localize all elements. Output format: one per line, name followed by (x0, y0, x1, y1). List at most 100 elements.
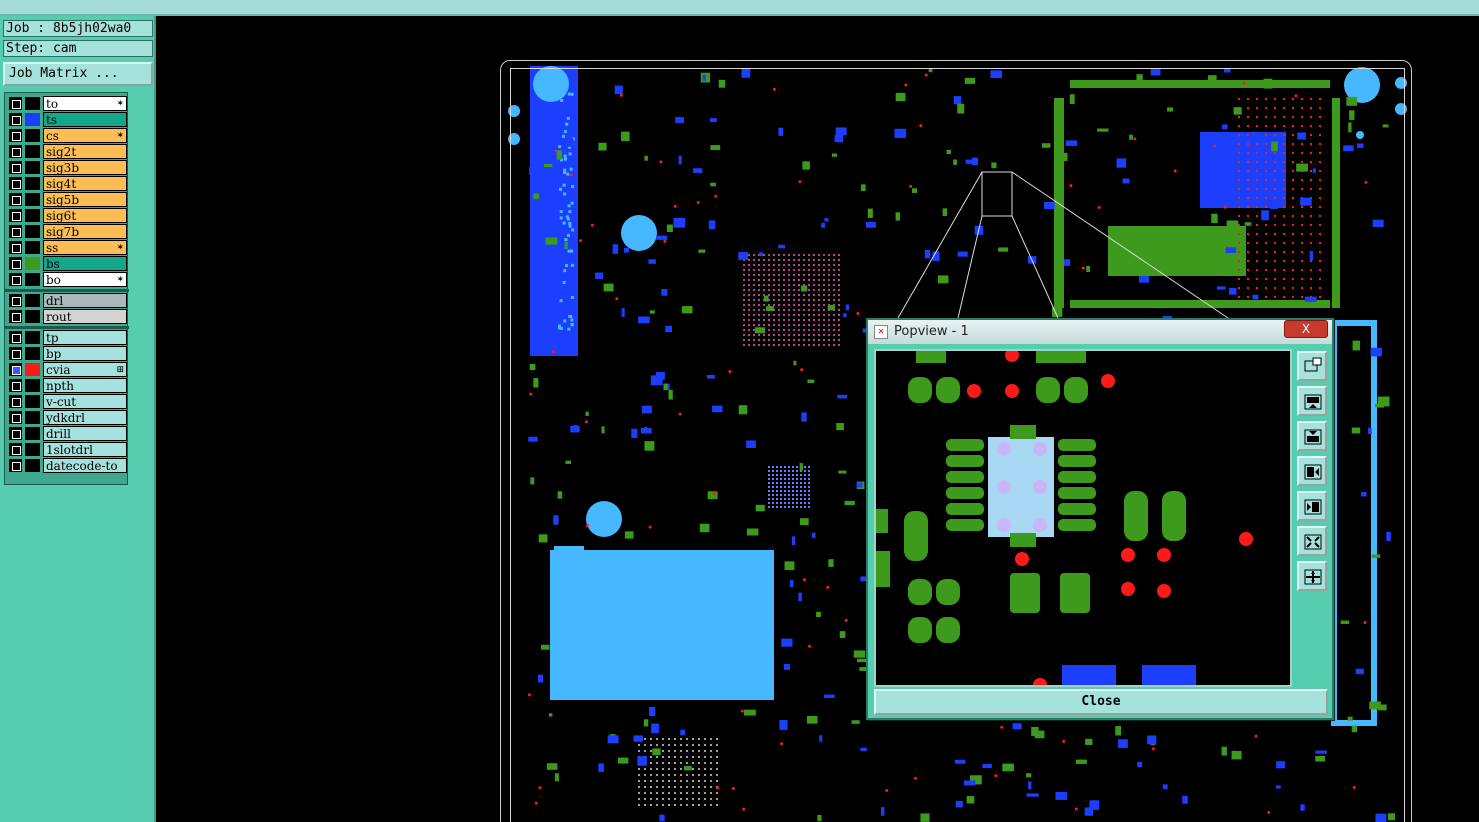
layer-name[interactable]: sig6t (43, 208, 127, 223)
popview-window: ✕ Popview - 1 X Close (866, 318, 1334, 720)
layer-checkbox[interactable] (9, 193, 22, 206)
pan-right-button[interactable] (1297, 491, 1327, 521)
layer-checkbox[interactable] (9, 395, 22, 408)
layer-checkbox[interactable] (9, 129, 22, 142)
layer-name[interactable]: drill (43, 426, 127, 441)
layer-name[interactable]: rout (43, 309, 127, 324)
layer-row-drill[interactable]: drill (7, 426, 127, 441)
layer-checkbox[interactable] (9, 273, 22, 286)
layer-name[interactable]: bs (43, 256, 127, 271)
layer-name-text: ydkdrl (46, 411, 85, 425)
layer-checkbox[interactable] (9, 459, 22, 472)
layer-name[interactable]: sig3b (43, 160, 127, 175)
layer-name[interactable]: cvia ⊞ (43, 362, 127, 377)
pan-down-button[interactable] (1297, 421, 1327, 451)
pan-up-button[interactable] (1297, 386, 1327, 416)
layer-checkbox[interactable] (9, 177, 22, 190)
layer-name[interactable]: sig4t (43, 176, 127, 191)
layer-name[interactable]: sig2t (43, 144, 127, 159)
layer-row-to[interactable]: to ✶ (7, 96, 127, 111)
layer-checkbox[interactable] (9, 209, 22, 222)
layer-name[interactable]: ts (43, 112, 127, 127)
layer-checkbox[interactable] (9, 427, 22, 440)
popview-app-icon: ✕ (874, 325, 888, 339)
layer-name-text: cs (46, 129, 59, 143)
close-button[interactable]: Close (874, 689, 1328, 715)
layer-name-text: cvia (46, 363, 71, 377)
layer-name[interactable]: sig5b (43, 192, 127, 207)
layer-color-swatch (25, 241, 40, 254)
layer-checkbox[interactable] (9, 145, 22, 158)
layer-row-sig6t[interactable]: sig6t (7, 208, 127, 223)
layer-name-text: datecode-to (46, 459, 118, 473)
layer-color-swatch (25, 363, 40, 376)
layer-name[interactable]: 1slotdrl (43, 442, 127, 457)
zoom-out-button[interactable] (1297, 561, 1327, 591)
layer-checkbox[interactable] (9, 347, 22, 360)
layer-checkbox[interactable] (9, 241, 22, 254)
layer-mark-icon: ⊞ (116, 365, 124, 375)
layer-name[interactable]: to ✶ (43, 96, 127, 111)
zoom-in-button[interactable] (1297, 526, 1327, 556)
layer-name-text: npth (46, 379, 74, 393)
layer-color-swatch (25, 411, 40, 424)
pan-down-icon (1304, 429, 1322, 445)
layer-name[interactable]: tp (43, 330, 127, 345)
layer-checkbox[interactable] (9, 443, 22, 456)
layer-name-text: drill (46, 427, 71, 441)
popview-close-x-button[interactable]: X (1284, 320, 1328, 338)
layer-name[interactable]: sig7b (43, 224, 127, 239)
layer-row-rout[interactable]: rout (7, 309, 127, 324)
layer-name[interactable]: drl (43, 293, 127, 308)
layer-name[interactable]: cs ✶ (43, 128, 127, 143)
popview-zoom-area[interactable] (874, 349, 1292, 687)
layer-row-sig4t[interactable]: sig4t (7, 176, 127, 191)
layer-checkbox[interactable] (9, 310, 22, 323)
layer-checkbox[interactable] (9, 294, 22, 307)
layer-row-npth[interactable]: npth (7, 378, 127, 393)
layer-row-1slotdrl[interactable]: 1slotdrl (7, 442, 127, 457)
layer-row-cs[interactable]: cs ✶ (7, 128, 127, 143)
layer-checkbox[interactable] (9, 331, 22, 344)
layer-row-sig7b[interactable]: sig7b (7, 224, 127, 239)
layer-row-v-cut[interactable]: v-cut (7, 394, 127, 409)
layer-row-ss[interactable]: ss ✶ (7, 240, 127, 255)
layer-row-ydkdrl[interactable]: ydkdrl (7, 410, 127, 425)
layer-name[interactable]: npth (43, 378, 127, 393)
layer-row-drl[interactable]: drl (7, 293, 127, 308)
layer-row-datecode-to[interactable]: datecode-to (7, 458, 127, 473)
layer-checkbox[interactable] (9, 161, 22, 174)
layer-row-sig3b[interactable]: sig3b (7, 160, 127, 175)
layer-checkbox[interactable] (9, 411, 22, 424)
zoom-reset-button[interactable] (1297, 351, 1327, 381)
layer-row-sig2t[interactable]: sig2t (7, 144, 127, 159)
layer-row-tp[interactable]: tp (7, 330, 127, 345)
layer-name[interactable]: ss ✶ (43, 240, 127, 255)
layer-row-bp[interactable]: bp (7, 346, 127, 361)
layer-name-text: rout (46, 310, 72, 324)
layer-row-bs[interactable]: bs (7, 256, 127, 271)
layer-color-swatch (25, 225, 40, 238)
layer-list: to ✶ ts cs ✶ sig2t sig3b sig4t sig5b sig6t sig7b ss… (4, 92, 129, 485)
layer-checkbox[interactable] (9, 225, 22, 238)
layer-row-cvia[interactable]: cvia ⊞ (7, 362, 127, 377)
layer-name[interactable]: bp (43, 346, 127, 361)
popview-toolbar (1296, 349, 1330, 689)
layer-checkbox[interactable] (9, 379, 22, 392)
layer-color-swatch (25, 209, 40, 222)
layer-name[interactable]: datecode-to (43, 458, 127, 473)
layer-name[interactable]: bo ✶ (43, 272, 127, 287)
layer-mark-icon: ✶ (116, 243, 124, 253)
popview-titlebar[interactable]: ✕ Popview - 1 X (868, 320, 1332, 344)
pan-left-button[interactable] (1297, 456, 1327, 486)
layer-checkbox[interactable] (9, 257, 22, 270)
layer-row-sig5b[interactable]: sig5b (7, 192, 127, 207)
layer-row-bo[interactable]: bo ✶ (7, 272, 127, 287)
layer-name[interactable]: ydkdrl (43, 410, 127, 425)
layer-checkbox[interactable] (9, 113, 22, 126)
layer-checkbox[interactable] (9, 363, 22, 376)
layer-row-ts[interactable]: ts (7, 112, 127, 127)
layer-name[interactable]: v-cut (43, 394, 127, 409)
layer-checkbox[interactable] (9, 97, 22, 110)
job-matrix-button[interactable]: Job Matrix ... (3, 62, 153, 86)
